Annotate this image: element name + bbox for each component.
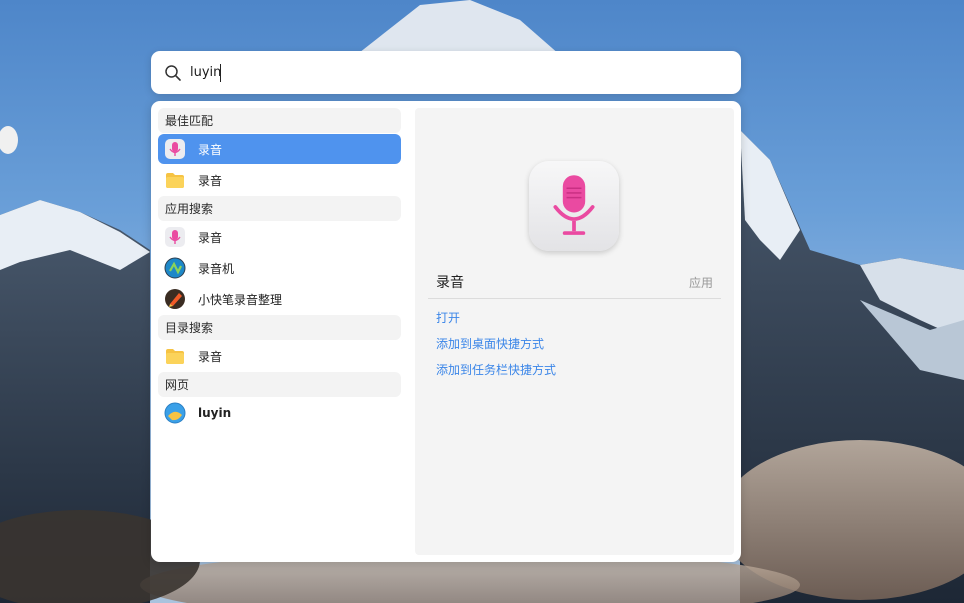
result-item[interactable]: 小快笔录音整理 (158, 284, 401, 314)
result-item-label: 录音 (198, 142, 223, 157)
microphone-app-icon (164, 226, 186, 248)
folder-icon (164, 345, 186, 367)
search-input-text[interactable]: luyin (190, 65, 221, 80)
microphone-app-icon (164, 138, 186, 160)
results-section-header: 网页 (158, 372, 401, 397)
pen-app-icon (164, 288, 186, 310)
add-taskbar-shortcut-action[interactable]: 添加到任务栏快捷方式 (436, 361, 556, 378)
microphone-app-icon-large (529, 161, 619, 251)
result-item-label: luyin (198, 406, 232, 420)
results-section-header: 应用搜索 (158, 196, 401, 221)
text-caret (220, 63, 222, 82)
recorder-app-icon (164, 257, 186, 279)
detail-pane: 录音 应用 打开 添加到桌面快捷方式 添加到任务栏快捷方式 (415, 108, 734, 555)
search-bar[interactable]: luyin (151, 51, 741, 94)
result-item-label: 小快笔录音整理 (198, 292, 283, 307)
results-list: 最佳匹配 录音 录音 应用搜索 录音 录音机 小快笔录音整理 目录搜索 录音 网页 luyin (158, 108, 401, 429)
open-action[interactable]: 打开 (436, 309, 460, 326)
web-search-icon (164, 402, 186, 424)
result-item-label: 录音机 (198, 261, 235, 276)
result-item-label: 录音 (198, 349, 223, 364)
result-item[interactable]: 录音 (158, 165, 401, 195)
result-item[interactable]: luyin (158, 398, 401, 428)
folder-icon (164, 169, 186, 191)
detail-divider (428, 298, 721, 299)
result-item[interactable]: 录音 (158, 134, 401, 164)
detail-app-name: 录音 (436, 275, 464, 291)
results-section-header: 目录搜索 (158, 315, 401, 340)
result-item[interactable]: 录音机 (158, 253, 401, 283)
add-desktop-shortcut-action[interactable]: 添加到桌面快捷方式 (436, 335, 544, 352)
result-item[interactable]: 录音 (158, 341, 401, 371)
result-item-label: 录音 (198, 230, 223, 245)
result-item[interactable]: 录音 (158, 222, 401, 252)
search-results-panel: 最佳匹配 录音 录音 应用搜索 录音 录音机 小快笔录音整理 目录搜索 录音 网页 luyin 录音… (151, 101, 741, 562)
search-icon (164, 64, 182, 82)
results-section-header: 最佳匹配 (158, 108, 401, 133)
detail-app-type: 应用 (688, 276, 713, 290)
result-item-label: 录音 (198, 173, 223, 188)
